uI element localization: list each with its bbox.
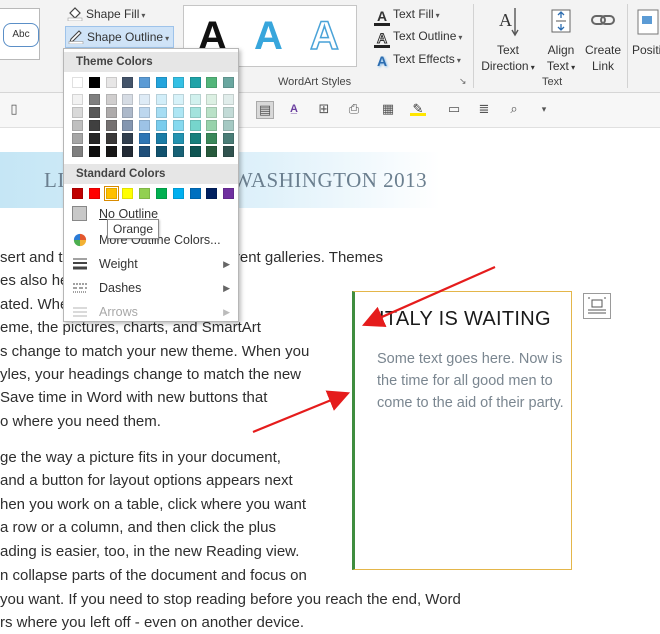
- standard-color-swatch[interactable]: [139, 188, 151, 199]
- weight-label: Weight: [99, 257, 138, 271]
- shape-outline-menu: Theme Colors Standard Colors No Outline …: [63, 48, 239, 322]
- theme-color-swatch[interactable]: [189, 94, 201, 105]
- theme-color-swatch[interactable]: [139, 120, 151, 131]
- theme-color-swatch[interactable]: [88, 120, 100, 131]
- theme-color-swatch[interactable]: [122, 107, 134, 118]
- theme-color-swatch[interactable]: [72, 120, 83, 131]
- theme-color-swatch[interactable]: [172, 133, 184, 144]
- theme-color-swatch[interactable]: [88, 146, 100, 157]
- theme-color-swatch[interactable]: [122, 133, 134, 144]
- theme-color-swatch[interactable]: [172, 107, 184, 118]
- standard-colors-header: Standard Colors: [64, 164, 238, 184]
- theme-color-swatch[interactable]: [122, 77, 134, 88]
- theme-color-swatch[interactable]: [72, 133, 83, 144]
- theme-color-swatch[interactable]: [72, 77, 83, 88]
- theme-color-swatch[interactable]: [172, 94, 184, 105]
- theme-color-swatch[interactable]: [139, 146, 151, 157]
- theme-color-swatch[interactable]: [206, 94, 218, 105]
- no-outline-swatch-icon: [72, 206, 87, 221]
- theme-color-swatch[interactable]: [122, 120, 134, 131]
- theme-color-swatch[interactable]: [206, 146, 218, 157]
- standard-color-swatch[interactable]: [156, 188, 167, 199]
- dashes-icon: [73, 283, 87, 293]
- theme-color-swatch[interactable]: [122, 146, 134, 157]
- theme-color-swatch[interactable]: [223, 146, 235, 157]
- theme-color-swatch[interactable]: [172, 120, 184, 131]
- theme-color-swatch[interactable]: [139, 133, 151, 144]
- theme-color-swatch[interactable]: [105, 94, 117, 105]
- theme-color-swatch[interactable]: [223, 107, 235, 118]
- theme-color-swatch[interactable]: [139, 107, 151, 118]
- theme-color-swatch[interactable]: [105, 146, 117, 157]
- annotation-arrow: [361, 265, 496, 327]
- theme-color-swatch[interactable]: [156, 146, 167, 157]
- theme-color-swatch[interactable]: [206, 133, 218, 144]
- theme-color-swatch[interactable]: [189, 133, 201, 144]
- theme-color-swatch[interactable]: [105, 107, 117, 118]
- theme-colors-header: Theme Colors: [64, 52, 238, 72]
- theme-color-swatch[interactable]: [88, 94, 100, 105]
- theme-color-swatch[interactable]: [206, 77, 218, 88]
- theme-color-swatch[interactable]: [223, 133, 235, 144]
- theme-color-swatch[interactable]: [72, 94, 83, 105]
- theme-color-swatch[interactable]: [206, 120, 218, 131]
- standard-color-swatch[interactable]: [189, 188, 201, 199]
- theme-color-swatch[interactable]: [189, 120, 201, 131]
- dashes-item[interactable]: Dashes ▶: [64, 277, 238, 299]
- arrows-label: Arrows: [99, 305, 138, 319]
- theme-color-swatch[interactable]: [72, 107, 83, 118]
- theme-color-swatch[interactable]: [88, 77, 100, 88]
- chevron-right-icon: ▶: [223, 307, 230, 317]
- arrows-icon: [73, 307, 87, 317]
- theme-color-swatch[interactable]: [206, 107, 218, 118]
- theme-color-swatch[interactable]: [223, 120, 235, 131]
- chevron-right-icon: ▶: [223, 259, 230, 269]
- theme-color-swatch[interactable]: [223, 77, 235, 88]
- theme-color-swatch[interactable]: [189, 77, 201, 88]
- theme-color-swatch[interactable]: [139, 77, 151, 88]
- theme-color-swatch[interactable]: [139, 94, 151, 105]
- arrows-item: Arrows ▶: [64, 301, 238, 323]
- theme-color-swatch[interactable]: [223, 94, 235, 105]
- standard-color-swatch[interactable]: [223, 188, 235, 199]
- chevron-right-icon: ▶: [223, 283, 230, 293]
- theme-color-swatch[interactable]: [172, 146, 184, 157]
- standard-color-swatch[interactable]: [88, 188, 100, 199]
- standard-color-swatch[interactable]: [72, 188, 83, 199]
- theme-color-swatch[interactable]: [189, 146, 201, 157]
- annotation-arrow: [252, 390, 351, 434]
- theme-color-swatch[interactable]: [156, 120, 167, 131]
- standard-color-swatch[interactable]: [122, 188, 134, 199]
- theme-color-swatch[interactable]: [172, 77, 184, 88]
- theme-color-swatch[interactable]: [88, 133, 100, 144]
- theme-color-swatch[interactable]: [156, 77, 167, 88]
- theme-color-swatch[interactable]: [105, 133, 117, 144]
- standard-color-swatch-orange[interactable]: [103, 186, 119, 201]
- theme-color-swatch[interactable]: [88, 107, 100, 118]
- theme-color-swatch[interactable]: [156, 133, 167, 144]
- theme-color-swatch[interactable]: [122, 94, 134, 105]
- theme-color-swatch[interactable]: [156, 107, 167, 118]
- theme-color-swatch[interactable]: [189, 107, 201, 118]
- standard-color-swatch[interactable]: [206, 188, 218, 199]
- theme-color-swatch[interactable]: [72, 146, 83, 157]
- theme-color-swatch[interactable]: [156, 94, 167, 105]
- weight-item[interactable]: Weight ▶: [64, 253, 238, 275]
- theme-color-swatch[interactable]: [105, 77, 117, 88]
- line-weight-icon: [73, 258, 87, 270]
- color-wheel-icon: [73, 233, 87, 247]
- color-tooltip: Orange: [107, 219, 160, 239]
- dashes-label: Dashes: [99, 281, 142, 295]
- standard-color-swatch[interactable]: [172, 188, 184, 199]
- theme-color-swatch[interactable]: [105, 120, 117, 131]
